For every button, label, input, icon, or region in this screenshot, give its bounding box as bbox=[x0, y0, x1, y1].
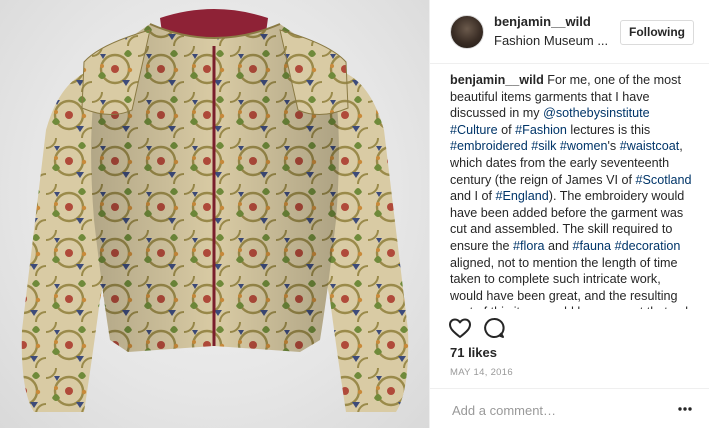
caption-hashtag-link[interactable]: #flora bbox=[513, 239, 545, 253]
post-caption: benjamin__wild For me, one of the most b… bbox=[450, 72, 696, 309]
caption-hashtag-link[interactable]: #decoration bbox=[615, 239, 681, 253]
post-sidebar: benjamin__wild Fashion Museum ... Follow… bbox=[429, 0, 709, 428]
caption-text: aligned, not to mention the length of ti… bbox=[450, 255, 694, 309]
caption-text: and I of bbox=[450, 189, 496, 204]
location-link[interactable]: Fashion Museum ... bbox=[494, 33, 608, 48]
caption-text: and bbox=[544, 238, 573, 253]
caption-hashtag-link[interactable]: #England bbox=[496, 189, 549, 203]
post-date[interactable]: MAY 14, 2016 bbox=[450, 367, 513, 378]
caption-text: lectures is this bbox=[566, 122, 651, 137]
caption-text: 's bbox=[607, 139, 620, 154]
caption-hashtag-link[interactable]: #women bbox=[560, 139, 608, 153]
following-button[interactable]: Following bbox=[620, 20, 694, 45]
caption-mention-link[interactable]: @sothebysinstitute bbox=[543, 106, 650, 120]
post-header: benjamin__wild Fashion Museum ... Follow… bbox=[430, 0, 709, 64]
heart-outline-icon[interactable] bbox=[448, 316, 472, 340]
comment-input[interactable] bbox=[450, 399, 654, 421]
caption-hashtag-link[interactable]: #Fashion bbox=[515, 123, 567, 137]
caption-hashtag-link[interactable]: #silk bbox=[531, 139, 556, 153]
comment-bar bbox=[430, 388, 709, 428]
caption-text: of bbox=[497, 122, 516, 137]
caption-hashtag-link[interactable]: #embroidered bbox=[450, 139, 528, 153]
speech-bubble-icon[interactable] bbox=[482, 316, 506, 340]
post-photo[interactable] bbox=[0, 0, 429, 428]
caption-hashtag-link[interactable]: #fauna bbox=[573, 239, 612, 253]
embroidered-jacket-image bbox=[21, 9, 409, 412]
avatar[interactable] bbox=[450, 15, 484, 49]
caption-hashtag-link[interactable]: #Culture bbox=[450, 123, 498, 137]
more-dots-icon[interactable] bbox=[676, 399, 694, 419]
caption-hashtag-link[interactable]: #waistcoat bbox=[620, 139, 680, 153]
caption-username-link[interactable]: benjamin__wild bbox=[450, 73, 544, 87]
username-link[interactable]: benjamin__wild bbox=[494, 14, 591, 29]
post-actions bbox=[448, 316, 698, 342]
caption-hashtag-link[interactable]: #Scotland bbox=[636, 173, 692, 187]
like-count[interactable]: 71 likes bbox=[450, 345, 497, 360]
